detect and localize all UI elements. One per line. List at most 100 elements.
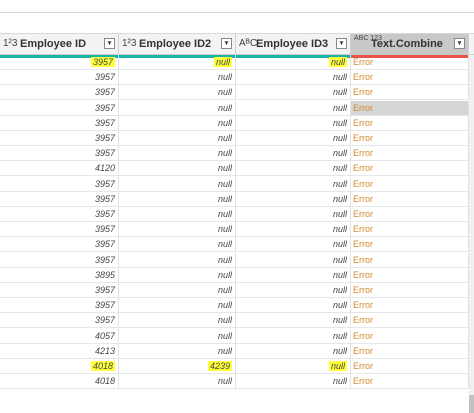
table-row[interactable]: 3957 null null Error [0, 101, 469, 116]
error-link[interactable]: Error [353, 194, 373, 204]
table-cell[interactable]: 3957 [0, 253, 119, 268]
scrollbar-thumb[interactable] [469, 395, 474, 413]
table-cell[interactable]: null [119, 146, 236, 161]
error-link[interactable]: Error [353, 179, 373, 189]
column-header-text-combine[interactable]: ABC 123 Text.Combine ▾ [351, 34, 469, 58]
table-cell[interactable]: null [119, 237, 236, 252]
table-cell[interactable]: null [236, 161, 351, 176]
vertical-scrollbar[interactable] [469, 55, 474, 413]
column-header-employee-id[interactable]: 1²3 Employee ID ▾ [0, 34, 119, 58]
table-row[interactable]: 3957 null null Error [0, 192, 469, 207]
table-cell[interactable]: null [119, 207, 236, 222]
error-link[interactable]: Error [353, 87, 373, 97]
table-cell[interactable]: null [236, 177, 351, 192]
table-cell[interactable]: 3957 [0, 55, 119, 70]
table-cell[interactable]: null [119, 192, 236, 207]
table-row[interactable]: 3957 null null Error [0, 131, 469, 146]
table-cell[interactable]: null [119, 329, 236, 344]
table-cell[interactable]: 3957 [0, 313, 119, 328]
table-cell[interactable]: null [236, 268, 351, 283]
table-cell[interactable]: 4120 [0, 161, 119, 176]
table-cell[interactable]: null [236, 70, 351, 85]
filter-dropdown-icon[interactable]: ▾ [454, 38, 465, 49]
filter-dropdown-icon[interactable]: ▾ [221, 38, 232, 49]
error-cell[interactable]: Error [351, 207, 469, 222]
table-row[interactable]: 3957 null null Error [0, 283, 469, 298]
table-row[interactable]: 4018 4239 null Error [0, 359, 469, 374]
error-cell[interactable]: Error [351, 161, 469, 176]
column-header-employee-id2[interactable]: 1²3 Employee ID2 ▾ [119, 34, 236, 58]
error-link[interactable]: Error [353, 57, 373, 67]
error-cell[interactable]: Error [351, 116, 469, 131]
table-cell[interactable]: 3957 [0, 101, 119, 116]
table-cell[interactable]: null [236, 131, 351, 146]
table-cell[interactable]: 3957 [0, 237, 119, 252]
table-row[interactable]: 4213 null null Error [0, 344, 469, 359]
error-link[interactable]: Error [353, 270, 373, 280]
table-cell[interactable]: 3895 [0, 268, 119, 283]
number-type-icon[interactable]: 1²3 [122, 34, 136, 54]
table-row[interactable]: 3957 null null Error [0, 85, 469, 100]
table-cell[interactable]: null [119, 344, 236, 359]
table-row[interactable]: 3957 null null Error [0, 207, 469, 222]
error-cell[interactable]: Error [351, 268, 469, 283]
table-row[interactable]: 4018 null null Error [0, 374, 469, 389]
error-cell[interactable]: Error [351, 55, 469, 70]
table-cell[interactable]: null [236, 237, 351, 252]
table-cell[interactable]: 4018 [0, 359, 119, 374]
table-cell[interactable]: 3957 [0, 177, 119, 192]
table-cell[interactable]: 3957 [0, 70, 119, 85]
error-cell[interactable]: Error [351, 146, 469, 161]
error-link[interactable]: Error [353, 300, 373, 310]
table-cell[interactable]: 4213 [0, 344, 119, 359]
table-row[interactable]: 3895 null null Error [0, 268, 469, 283]
table-cell[interactable]: null [119, 298, 236, 313]
table-cell[interactable]: null [119, 55, 236, 70]
error-cell[interactable]: Error [351, 237, 469, 252]
table-row[interactable]: 3957 null null Error [0, 298, 469, 313]
table-cell[interactable]: 3957 [0, 207, 119, 222]
error-link[interactable]: Error [353, 346, 373, 356]
table-cell[interactable]: null [236, 101, 351, 116]
error-cell[interactable]: Error [351, 101, 469, 116]
table-row[interactable]: 4120 null null Error [0, 161, 469, 176]
error-link[interactable]: Error [353, 103, 373, 113]
table-cell[interactable]: null [119, 131, 236, 146]
table-cell[interactable]: null [236, 253, 351, 268]
table-cell[interactable]: 3957 [0, 131, 119, 146]
table-cell[interactable]: null [236, 222, 351, 237]
table-cell[interactable]: null [236, 313, 351, 328]
formula-bar[interactable] [0, 12, 474, 34]
error-link[interactable]: Error [353, 315, 373, 325]
table-cell[interactable]: null [119, 253, 236, 268]
table-cell[interactable]: null [236, 344, 351, 359]
error-link[interactable]: Error [353, 331, 373, 341]
table-cell[interactable]: null [119, 222, 236, 237]
table-cell[interactable]: null [119, 161, 236, 176]
table-row[interactable]: 3957 null null Error [0, 237, 469, 252]
table-row[interactable]: 4057 null null Error [0, 329, 469, 344]
error-cell[interactable]: Error [351, 283, 469, 298]
table-cell[interactable]: null [119, 268, 236, 283]
table-row[interactable]: 3957 null null Error [0, 313, 469, 328]
error-cell[interactable]: Error [351, 177, 469, 192]
error-link[interactable]: Error [353, 224, 373, 234]
error-cell[interactable]: Error [351, 298, 469, 313]
table-row[interactable]: 3957 null null Error [0, 116, 469, 131]
table-row[interactable]: 3957 null null Error [0, 70, 469, 85]
error-link[interactable]: Error [353, 285, 373, 295]
table-cell[interactable]: 3957 [0, 85, 119, 100]
error-link[interactable]: Error [353, 209, 373, 219]
table-cell[interactable]: 4239 [119, 359, 236, 374]
table-row[interactable]: 3957 null null Error [0, 253, 469, 268]
error-link[interactable]: Error [353, 239, 373, 249]
error-cell[interactable]: Error [351, 192, 469, 207]
table-cell[interactable]: null [236, 298, 351, 313]
error-cell[interactable]: Error [351, 253, 469, 268]
error-link[interactable]: Error [353, 133, 373, 143]
table-row[interactable]: 3957 null null Error [0, 146, 469, 161]
table-cell[interactable]: null [236, 192, 351, 207]
table-cell[interactable]: null [236, 116, 351, 131]
column-header-employee-id3[interactable]: AᴮC Employee ID3 ▾ [236, 34, 351, 58]
error-cell[interactable]: Error [351, 70, 469, 85]
